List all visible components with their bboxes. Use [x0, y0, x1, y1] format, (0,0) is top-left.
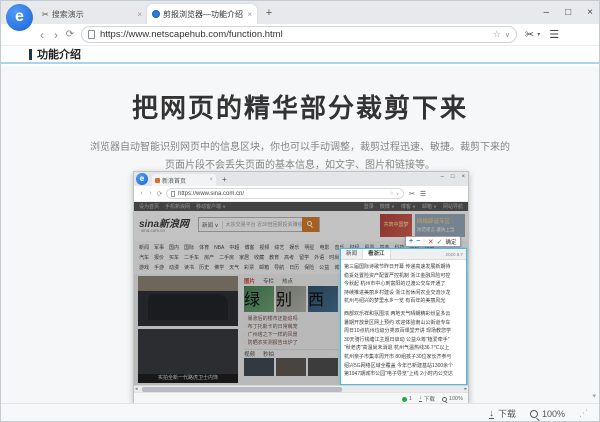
tab-strip: ✂ 搜索演示 × 剪报浏览器—功能介绍 × +: [37, 3, 277, 24]
mini-app-logo-icon: e: [136, 173, 148, 185]
panel-headline: 绍兴5G网络区域全覆盖 今年已新建基站1300余个: [344, 362, 463, 371]
status-bar: ↓ 下载 100% ⋰: [1, 403, 599, 422]
refresh-button[interactable]: ⟳: [63, 26, 77, 44]
window-controls: – □ ×: [544, 1, 593, 23]
sina-favicon: [155, 178, 160, 183]
panel-headline: 杭州亲子市集本周开市 80组孩子30位家长齐参与: [344, 353, 463, 362]
app-logo-icon[interactable]: e: [6, 4, 33, 31]
scissors-icon: ✂: [42, 10, 49, 19]
panel-headline: 杭州与绍兴的梦里水乡一览 有百年的美丽风光: [344, 297, 463, 306]
mini-forward-icon: ›: [146, 190, 155, 197]
sina-page: 设为首页手机新浪网移动客户端 ∨ 登录微博 ∨博客 ∨邮箱 ∨网站导航 sina…: [134, 202, 468, 385]
panel-tab-zhejiang: 看浙江: [362, 249, 391, 259]
panel-tab-news: 新闻: [341, 249, 362, 259]
panel-headline: 稳妥处置险资产配置严控机制 浙江金融风险可控: [344, 272, 463, 281]
panel-headline: 30天骑行钱塘江主题日启动 公益众筹"植爱牵手": [344, 336, 463, 345]
page-description: 浏览器自动智能识别网页中的信息区块，你也可以手动调整，裁剪过程迅速、敏捷。裁剪下…: [1, 139, 599, 175]
mini-title-bar: e 新浪首页 × + – □ ×: [134, 172, 468, 186]
mini-refresh-icon: ⟳: [155, 190, 164, 198]
mini-address-bar: https://www.sina.com.cn/ ☆ ∨: [166, 188, 404, 199]
tab-function-intro[interactable]: 剪报浏览器—功能介绍 ×: [147, 4, 257, 24]
zoom-icon: [530, 410, 538, 418]
section-marker: [29, 49, 32, 60]
minimize-button[interactable]: –: [544, 7, 550, 18]
status-dot-icon: [402, 397, 407, 402]
panel-headline: 第三届国际诗歌节昨日开幕 传递高速发展新期待: [344, 263, 463, 272]
panel-headline: "秋老虎"高温尚未消退 杭州气温热线36.7℃以上: [344, 344, 463, 353]
clip-caret-icon[interactable]: ▾: [537, 31, 540, 38]
download-icon: ↓: [489, 409, 494, 419]
tab-close-icon[interactable]: ×: [137, 10, 142, 19]
tab-search-demo[interactable]: ✂ 搜索演示 ×: [37, 4, 147, 24]
download-icon: ↓: [419, 396, 422, 402]
chevron-down-icon[interactable]: ∨: [505, 31, 510, 39]
tab-close-icon[interactable]: ×: [247, 10, 252, 19]
mini-toolbar: ‹ › ⟳ https://www.sina.com.cn/ ☆ ∨ ✂ ☰: [134, 186, 468, 202]
section-title: 功能介绍: [37, 46, 81, 62]
navigation-toolbar: ‹ › ⟳ https://www.netscapehub.com/functi…: [1, 24, 599, 46]
mini-tab-close-icon: ×: [209, 177, 213, 183]
zoom-icon: [442, 397, 447, 402]
mini-page-icon: [171, 191, 175, 197]
crop-zoom-out-icon: −: [416, 238, 420, 245]
scroll-down-icon[interactable]: ▾: [592, 392, 596, 400]
resize-grip[interactable]: ⋰: [579, 408, 589, 419]
forward-button[interactable]: ›: [49, 26, 63, 44]
section-header: 功能介绍: [1, 46, 599, 64]
app-logo-icon: [152, 10, 160, 18]
crop-selected-panel: 新闻 看浙江 2020.9.7 第三届国际诗歌节昨日开幕 传递高速发展新期待稳妥…: [340, 248, 467, 385]
crop-toolbar: + − | ✕ ✓ 确定: [405, 236, 461, 247]
crop-zoom-in-icon: +: [409, 238, 413, 245]
close-button[interactable]: ×: [587, 7, 593, 18]
browser-window: e ✂ 搜索演示 × 剪报浏览器—功能介绍 × + – □ × ‹ › ⟳: [0, 0, 600, 422]
mini-clip-tool-icon: ✂: [409, 190, 415, 198]
panel-tabs: 新闻 看浙江 2020.9.7: [341, 249, 466, 260]
address-bar[interactable]: https://www.netscapehub.com/function.htm…: [81, 26, 517, 43]
new-tab-button[interactable]: +: [261, 6, 277, 22]
panel-headline: 西部欢乐祥和氛围浓 两地天气晴朗精彩纷呈多云: [344, 310, 463, 319]
zoom-status[interactable]: 100%: [530, 409, 565, 419]
mini-tab-sina: 新浪首页 ×: [152, 174, 216, 186]
maximize-button[interactable]: □: [565, 7, 571, 18]
page-heading: 把网页的精华部分裁剪下来: [1, 88, 599, 125]
mini-new-tab-button: +: [222, 175, 227, 184]
page-icon: [88, 30, 95, 39]
panel-headline: 周日10点杭州垃圾分类双百课堂开讲 现场教您学: [344, 327, 463, 336]
mini-back-icon: ‹: [137, 190, 146, 197]
mini-browser-screenshot: e 新浪首页 × + – □ × ‹ › ⟳ http: [133, 171, 469, 404]
panel-date: 2020.9.7: [445, 252, 466, 257]
clip-tool-icon[interactable]: ✂: [525, 28, 534, 41]
panel-headline: 持续推进美丽乡村建设 浙江省休闲农业交流沙龙: [344, 289, 463, 298]
crop-confirm-label: 确定: [446, 238, 457, 246]
mini-horizontal-scrollbar: ◂ ▸: [134, 385, 468, 392]
mini-window-controls: – □ ×: [441, 174, 465, 180]
tab-label: 搜索演示: [52, 9, 136, 20]
crop-confirm-icon: ✓: [437, 238, 443, 246]
bookmark-star-icon[interactable]: ☆: [493, 29, 501, 40]
tab-label: 剪报浏览器—功能介绍: [163, 9, 245, 20]
mini-bookmark-star-icon: ☆: [390, 191, 394, 197]
panel-headlines: 第三届国际诗歌节昨日开幕 传递高速发展新期待稳妥处置险资产配置严控机制 浙江金融…: [341, 260, 466, 384]
back-button[interactable]: ‹: [35, 26, 49, 44]
panel-headline: 第1947期城市公园"电子导览"上线 2小时内公交达: [344, 370, 463, 379]
download-status[interactable]: ↓ 下载: [489, 407, 516, 420]
mini-menu-icon: ☰: [420, 190, 426, 198]
crop-cancel-icon: ✕: [428, 238, 434, 246]
url-text[interactable]: https://www.netscapehub.com/function.htm…: [100, 29, 493, 40]
title-bar: e ✂ 搜索演示 × 剪报浏览器—功能介绍 × + – □ ×: [1, 1, 599, 24]
crop-toolbar-divider: |: [423, 239, 425, 245]
mini-chevron-down-icon: ∨: [396, 191, 399, 196]
panel-headline: 暑期开放景区网上预约 欢迎体验南山公街道专车: [344, 319, 463, 328]
panel-headline: 今秋起 杭州市中心到富阳的过渡公交车开通了: [344, 280, 463, 289]
menu-icon[interactable]: ☰: [549, 28, 559, 41]
page-content: 把网页的精华部分裁剪下来 浏览器自动智能识别网页中的信息区块，你也可以手动调整，…: [1, 66, 599, 403]
